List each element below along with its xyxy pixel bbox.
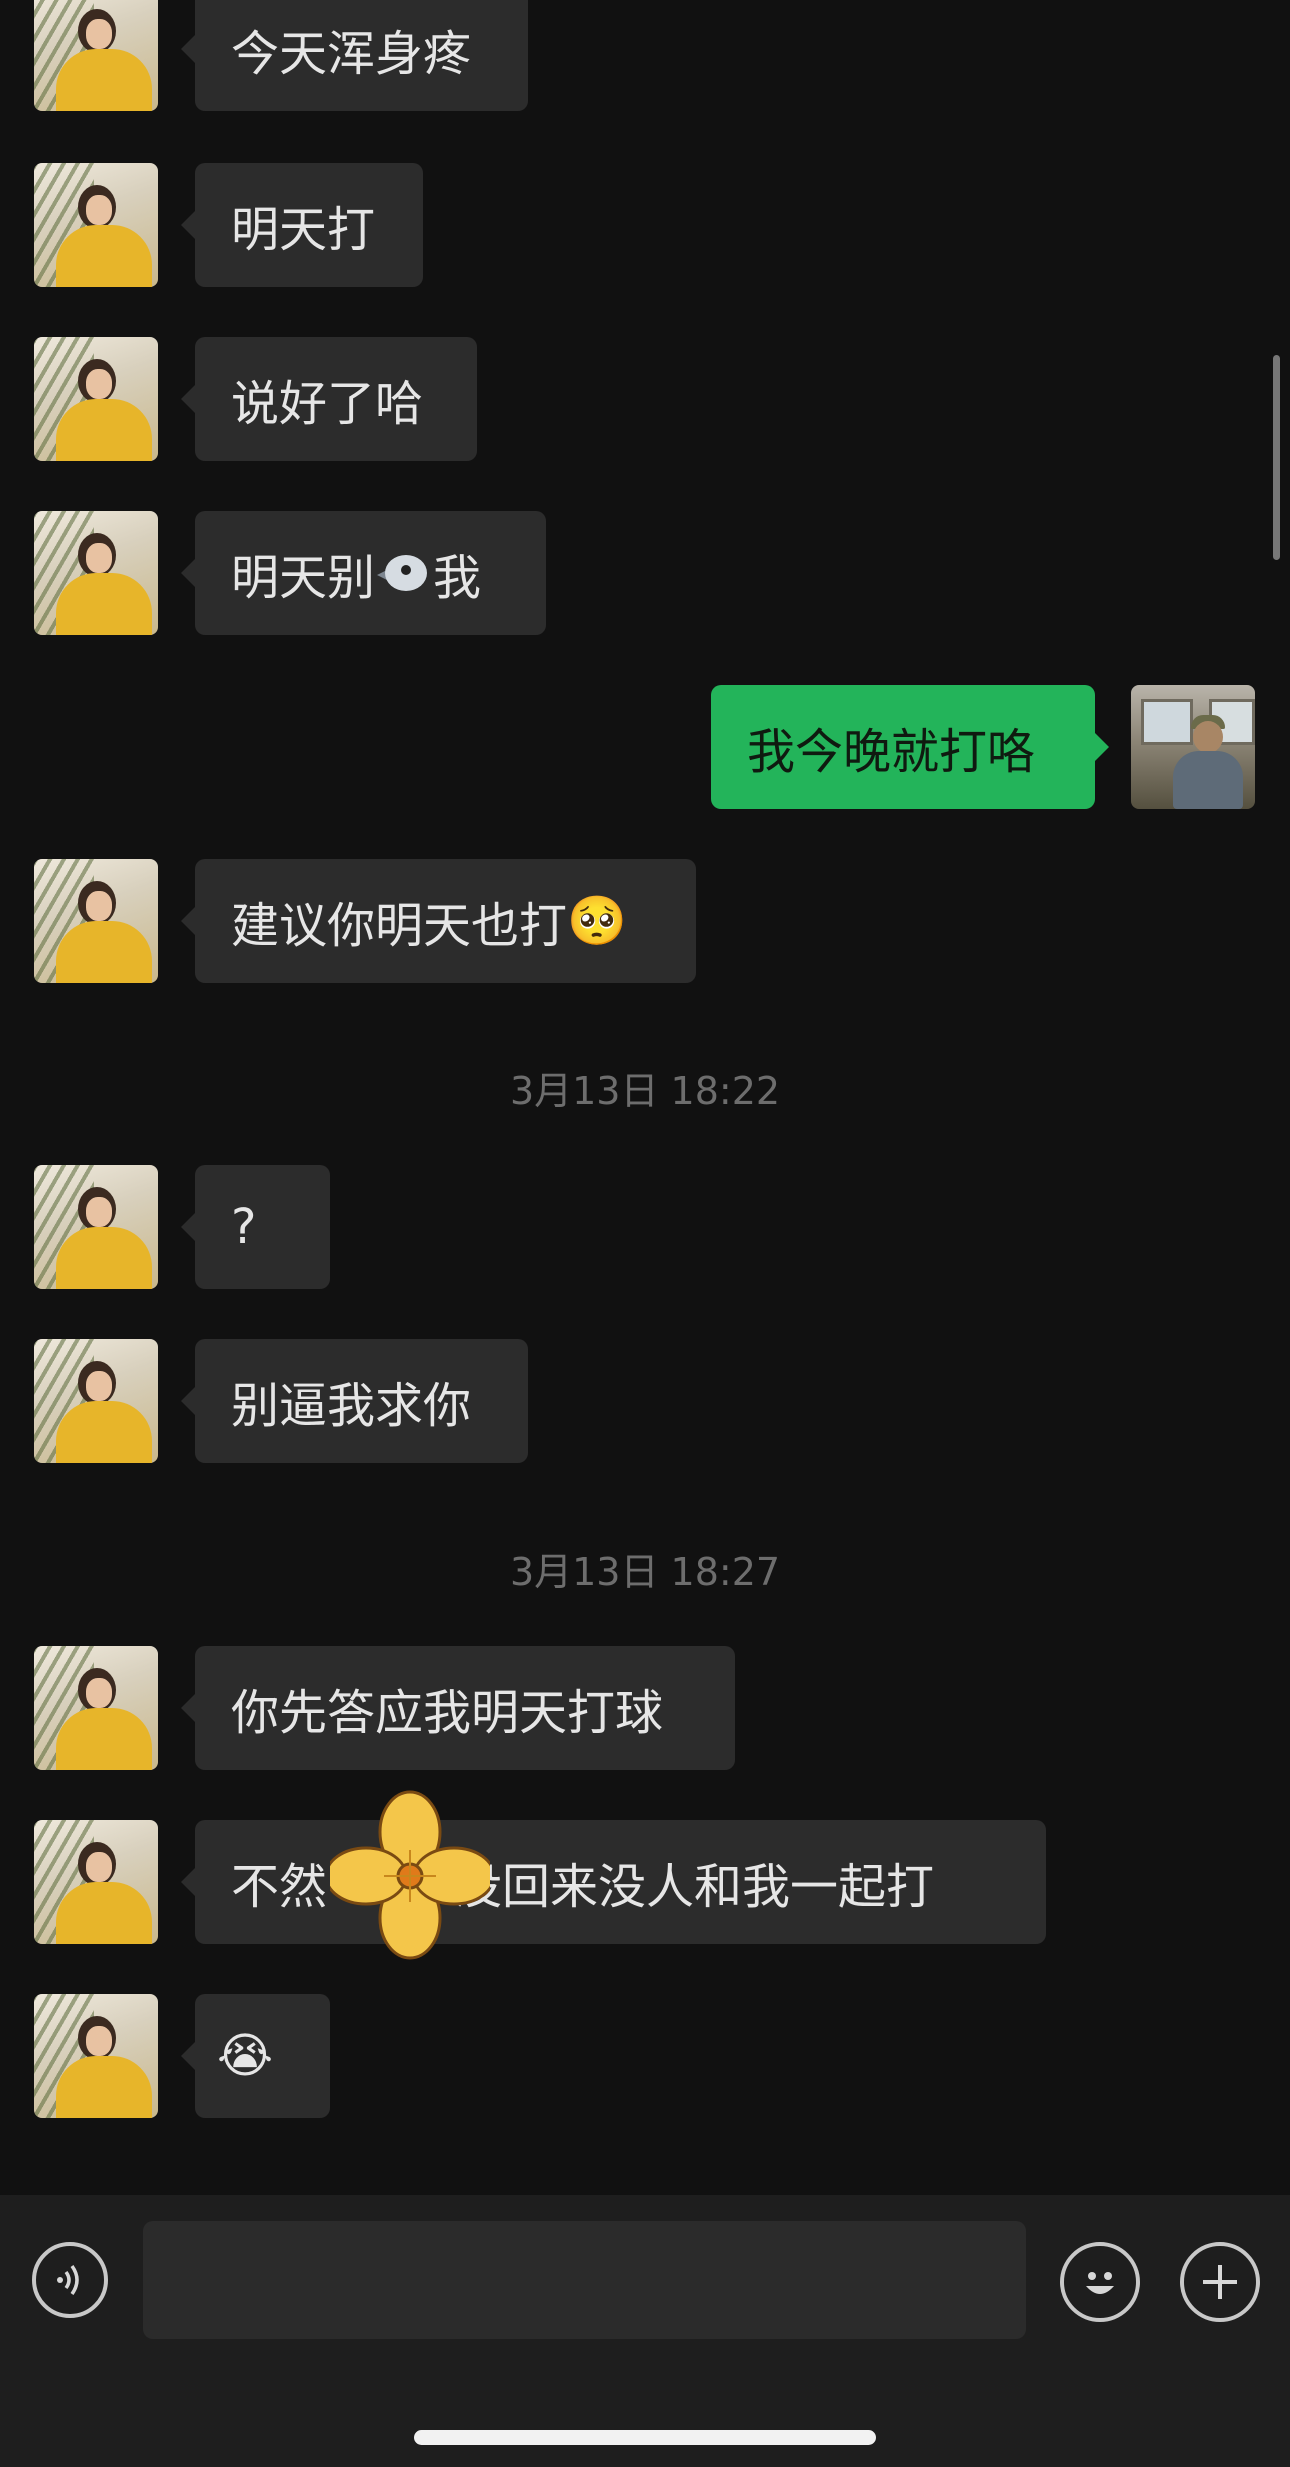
- message-input[interactable]: [143, 2221, 1026, 2339]
- message-bubble[interactable]: 😭: [181, 1994, 330, 2118]
- message-row: 不然 没回来没人和我一起打: [0, 1820, 1290, 1944]
- contact-avatar[interactable]: [34, 163, 158, 287]
- message-bubble[interactable]: 明天打: [181, 163, 423, 287]
- contact-avatar[interactable]: [34, 511, 158, 635]
- chat-area[interactable]: 今天浑身疼 明天打 说好了哈 明天别 我 我今晚就打咯 建议你明天也打 🥺 3月…: [0, 0, 1290, 2195]
- contact-avatar[interactable]: [34, 859, 158, 983]
- input-bar: [0, 2195, 1290, 2467]
- contact-avatar[interactable]: [34, 0, 158, 111]
- voice-button[interactable]: [32, 2242, 108, 2318]
- message-bubble[interactable]: 别逼我求你: [181, 1339, 528, 1463]
- bird-emoji-icon: [377, 551, 429, 595]
- message-bubble[interactable]: 明天别 我: [181, 511, 546, 635]
- message-row: 明天别 我: [0, 511, 1290, 635]
- timestamp: 3月13日 18:22: [509, 1069, 781, 1113]
- message-text: 没回来没人和我一起打: [454, 1859, 935, 1915]
- contact-avatar[interactable]: [34, 1165, 158, 1289]
- pleading-face-icon: 🥺: [567, 893, 627, 949]
- message-row: 别逼我求你: [0, 1339, 1290, 1463]
- message-row: 😭: [0, 1994, 1290, 2118]
- contact-avatar[interactable]: [34, 1994, 158, 2118]
- message-bubble[interactable]: 说好了哈: [181, 337, 477, 461]
- message-text: 明天打: [231, 202, 376, 258]
- message-row: ?: [0, 1165, 1290, 1289]
- message-text: 我今晚就打咯: [747, 724, 1036, 780]
- plus-icon: [1203, 2265, 1237, 2299]
- message-row: 你先答应我明天打球: [0, 1646, 1290, 1770]
- timestamp: 3月13日 18:27: [509, 1550, 781, 1594]
- scrollbar[interactable]: [1273, 355, 1280, 560]
- message-bubble[interactable]: 今天浑身疼: [181, 0, 528, 111]
- contact-avatar[interactable]: [34, 1820, 158, 1944]
- message-text: 说好了哈: [231, 376, 424, 432]
- voice-icon: [57, 2264, 79, 2296]
- message-bubble[interactable]: ?: [181, 1165, 330, 1289]
- more-button[interactable]: [1180, 2242, 1260, 2322]
- contact-avatar[interactable]: [34, 1646, 158, 1770]
- message-text: 建议你明天也打: [231, 898, 568, 954]
- message-text: 别逼我求你: [231, 1378, 472, 1434]
- contact-avatar[interactable]: [34, 1339, 158, 1463]
- message-row: 说好了哈: [0, 337, 1290, 461]
- message-row: 我今晚就打咯: [0, 685, 1290, 809]
- contact-avatar[interactable]: [34, 337, 158, 461]
- message-text: 你先答应我明天打球: [231, 1685, 664, 1741]
- message-bubble[interactable]: 不然 没回来没人和我一起打: [181, 1820, 1046, 1944]
- message-text: 明天别: [231, 550, 376, 606]
- loudly-crying-face-icon: 😭: [217, 2028, 274, 2084]
- smiley-icon: [1086, 2272, 1114, 2294]
- message-text: 不然: [231, 1859, 328, 1915]
- my-avatar[interactable]: [1131, 685, 1255, 809]
- message-row: 建议你明天也打 🥺: [0, 859, 1290, 983]
- message-text: 我: [433, 550, 482, 606]
- message-bubble[interactable]: 建议你明天也打 🥺: [181, 859, 696, 983]
- my-message-bubble[interactable]: 我今晚就打咯: [711, 685, 1109, 809]
- home-indicator[interactable]: [414, 2430, 876, 2445]
- message-text: 今天浑身疼: [231, 26, 472, 82]
- emoji-button[interactable]: [1060, 2242, 1140, 2322]
- message-bubble[interactable]: 你先答应我明天打球: [181, 1646, 735, 1770]
- message-row: 明天打: [0, 163, 1290, 287]
- message-text: ?: [231, 1199, 257, 1255]
- message-row: 今天浑身疼: [0, 0, 1290, 111]
